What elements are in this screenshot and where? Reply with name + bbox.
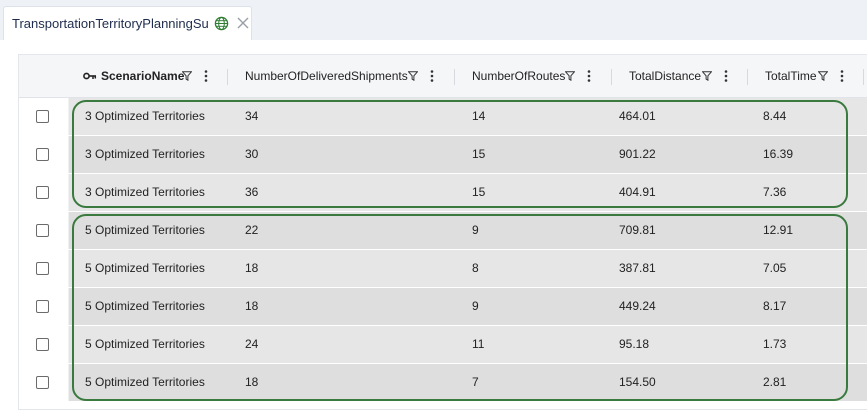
column-header-label: TotalTime <box>765 69 817 83</box>
filter-icon[interactable] <box>818 71 828 81</box>
table-cell: 12.91 <box>763 223 794 237</box>
tab-bar: TransportationTerritoryPlanningSu <box>0 0 867 40</box>
table-row[interactable]: 5 Optimized Territories 18 7 154.50 2.81 <box>19 364 867 402</box>
table-cell: 3 Optimized Territories <box>85 109 205 123</box>
row-selector <box>19 326 69 363</box>
table-cell: 18 <box>245 375 259 389</box>
table-row[interactable]: 3 Optimized Territories 30 15 901.22 16.39 <box>19 136 867 174</box>
row-selector <box>19 136 69 173</box>
table-cell: 5 Optimized Territories <box>85 337 205 351</box>
row-checkbox[interactable] <box>36 148 49 161</box>
table-row[interactable]: 5 Optimized Territories 22 9 709.81 12.91 <box>19 212 867 250</box>
table-cell: 34 <box>245 109 259 123</box>
table-row[interactable]: 5 Optimized Territories 18 9 449.24 8.17 <box>19 288 867 326</box>
table-cell: 16.39 <box>763 147 794 161</box>
table-cell: 7 <box>472 375 479 389</box>
column-separator[interactable] <box>863 69 864 85</box>
table-cell: 24 <box>245 337 259 351</box>
row-checkbox[interactable] <box>36 110 49 123</box>
table-cell: 15 <box>472 147 486 161</box>
table-cell: 8.17 <box>763 299 787 313</box>
row-selector <box>19 174 69 211</box>
row-checkbox[interactable] <box>36 224 49 237</box>
column-header-totaltime[interactable]: TotalTime <box>19 55 867 97</box>
globe-icon <box>214 16 229 31</box>
table-cell: 7.05 <box>763 261 787 275</box>
table-row[interactable]: 3 Optimized Territories 34 14 464.01 8.44 <box>19 98 867 136</box>
table-row[interactable]: 5 Optimized Territories 18 8 387.81 7.05 <box>19 250 867 288</box>
table-cell: 8 <box>472 261 479 275</box>
table-cell: 1.73 <box>763 337 787 351</box>
table-cell: 154.50 <box>619 375 656 389</box>
table-cell: 464.01 <box>619 109 656 123</box>
table-cell: 18 <box>245 299 259 313</box>
table-cell: 11 <box>472 337 485 351</box>
grid-header: ScenarioName NumberOfDeliveredShipments Nu… <box>19 55 867 98</box>
table-cell: 3 Optimized Territories <box>85 147 205 161</box>
row-selector <box>19 212 69 249</box>
table-row[interactable]: 5 Optimized Territories 24 11 95.18 1.73 <box>19 326 867 364</box>
table-cell: 95.18 <box>619 337 650 351</box>
table-cell: 387.81 <box>619 261 656 275</box>
table-cell: 3 Optimized Territories <box>85 185 205 199</box>
row-checkbox[interactable] <box>36 376 49 389</box>
table-row[interactable]: 3 Optimized Territories 36 15 404.91 7.36 <box>19 174 867 212</box>
column-separator[interactable] <box>611 69 612 85</box>
row-checkbox[interactable] <box>36 300 49 313</box>
table-cell: 901.22 <box>619 147 656 161</box>
table-cell: 449.24 <box>619 299 656 313</box>
content-panel: ScenarioName NumberOfDeliveredShipments Nu… <box>0 40 867 410</box>
column-separator[interactable] <box>227 69 228 85</box>
table-cell: 15 <box>472 185 486 199</box>
table-cell: 9 <box>472 299 479 313</box>
row-selector <box>19 288 69 325</box>
table-cell: 8.44 <box>763 109 787 123</box>
table-cell: 709.81 <box>619 223 656 237</box>
table-cell: 404.91 <box>619 185 656 199</box>
column-separator[interactable] <box>454 69 455 85</box>
kebab-menu-icon[interactable] <box>840 70 844 82</box>
data-grid: ScenarioName NumberOfDeliveredShipments Nu… <box>18 54 867 410</box>
table-cell: 2.81 <box>763 375 787 389</box>
close-icon[interactable] <box>236 16 250 30</box>
table-cell: 5 Optimized Territories <box>85 375 205 389</box>
table-cell: 22 <box>245 223 259 237</box>
tab-title: TransportationTerritoryPlanningSu <box>12 16 209 31</box>
table-cell: 36 <box>245 185 259 199</box>
row-selector <box>19 98 69 135</box>
table-cell: 5 Optimized Territories <box>85 299 205 313</box>
tab-transportation-territory-planning[interactable]: TransportationTerritoryPlanningSu <box>3 6 252 40</box>
table-cell: 9 <box>472 223 479 237</box>
row-selector <box>19 250 69 287</box>
table-cell: 5 Optimized Territories <box>85 223 205 237</box>
row-checkbox[interactable] <box>36 186 49 199</box>
table-cell: 30 <box>245 147 259 161</box>
table-cell: 7.36 <box>763 185 787 199</box>
column-separator[interactable] <box>747 69 748 85</box>
table-cell: 14 <box>472 109 486 123</box>
row-selector <box>19 364 69 401</box>
row-checkbox[interactable] <box>36 262 49 275</box>
table-cell: 5 Optimized Territories <box>85 261 205 275</box>
table-cell: 18 <box>245 261 259 275</box>
row-checkbox[interactable] <box>36 338 49 351</box>
